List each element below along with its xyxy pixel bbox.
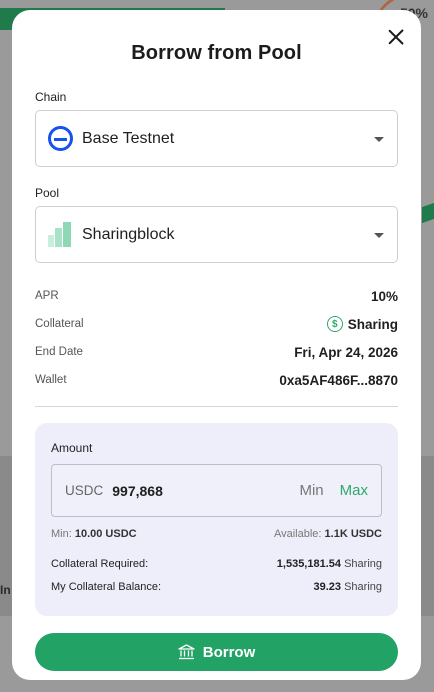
amount-panel: Amount USDC 997,868 Min Max Min: 10.00 U… — [35, 423, 398, 616]
detail-key: End Date — [35, 346, 83, 358]
detail-value: $ Sharing — [326, 316, 398, 332]
pool-label: Pool — [35, 186, 60, 200]
chain-value: Base Testnet — [82, 129, 175, 147]
borrow-label: Borrow — [202, 643, 256, 661]
chevron-down-icon — [374, 137, 384, 142]
collateral-required-unit: Sharing — [344, 558, 382, 570]
borrow-modal: Borrow from Pool Chain Base Testnet Pool… — [12, 10, 421, 680]
divider — [35, 406, 398, 407]
detail-row-apr: APR 10% — [35, 282, 398, 310]
pool-select[interactable]: Sharingblock — [35, 206, 398, 263]
amount-limits: Min: 10.00 USDC Available: 1.1K USDC — [51, 528, 382, 540]
background-chart-segment — [422, 202, 434, 224]
detail-key: Collateral — [35, 318, 84, 330]
collateral-balance-value: 39.23 Sharing — [313, 581, 382, 593]
collateral-balance-label: My Collateral Balance: — [51, 581, 162, 593]
base-chain-icon — [48, 126, 73, 151]
chain-label: Chain — [35, 90, 67, 104]
detail-value: 10% — [370, 288, 398, 304]
collateral-balance-unit: Sharing — [344, 581, 382, 593]
bank-icon — [178, 644, 195, 660]
building-icon — [48, 222, 73, 247]
detail-value: 0xa5AF486F...8870 — [279, 372, 398, 388]
min-limit-label: Min: — [51, 528, 72, 540]
dollar-coin-icon: $ — [326, 316, 343, 332]
borrow-button[interactable]: Borrow — [35, 633, 398, 671]
collateral-balance-amount: 39.23 — [313, 581, 342, 593]
amount-field[interactable]: USDC 997,868 Min Max — [51, 464, 382, 517]
min-button[interactable]: Min — [299, 482, 323, 499]
collateral-balance-row: My Collateral Balance: 39.23 Sharing — [51, 581, 382, 593]
pool-value: Sharingblock — [82, 225, 175, 243]
amount-input[interactable]: 997,868 — [112, 483, 299, 499]
modal-title: Borrow from Pool — [131, 42, 302, 64]
max-button[interactable]: Max — [340, 482, 368, 499]
chain-select[interactable]: Base Testnet — [35, 110, 398, 167]
detail-row-collateral: Collateral $ Sharing — [35, 310, 398, 338]
detail-value: Fri, Apr 24, 2026 — [294, 344, 398, 360]
detail-row-end-date: End Date Fri, Apr 24, 2026 — [35, 338, 398, 366]
currency-label: USDC — [65, 483, 104, 498]
background-cut-text: In — [0, 583, 11, 597]
available-limit: Available: 1.1K USDC — [274, 528, 382, 540]
collateral-required-amount: 1,535,181.54 — [276, 558, 342, 570]
min-limit: Min: 10.00 USDC — [51, 528, 137, 540]
detail-key: Wallet — [35, 374, 67, 386]
detail-key: APR — [35, 290, 59, 302]
collateral-token: Sharing — [347, 316, 398, 332]
amount-label: Amount — [51, 441, 93, 455]
min-limit-value: 10.00 USDC — [74, 528, 137, 540]
available-label: Available: — [273, 528, 322, 540]
detail-row-wallet: Wallet 0xa5AF486F...8870 — [35, 366, 398, 394]
available-value: 1.1K USDC — [324, 528, 382, 540]
collateral-required-label: Collateral Required: — [51, 558, 149, 570]
pool-details: APR 10% Collateral $ Sharing End Date Fr… — [35, 282, 398, 394]
collateral-required-row: Collateral Required: 1,535,181.54 Sharin… — [51, 558, 382, 570]
chevron-down-icon — [374, 233, 384, 238]
close-icon[interactable] — [385, 26, 407, 48]
collateral-required-value: 1,535,181.54 Sharing — [277, 558, 382, 570]
